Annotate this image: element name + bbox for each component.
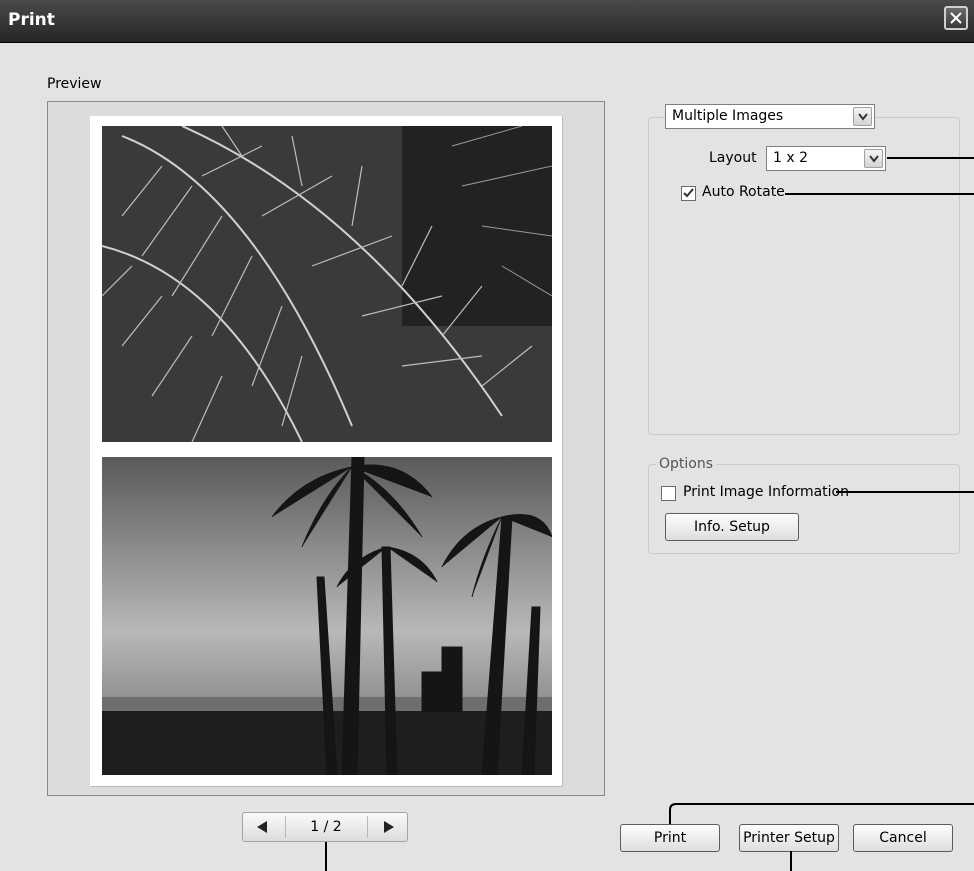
- print-button[interactable]: Print: [620, 824, 720, 852]
- pager-divider: [285, 816, 286, 838]
- callout-line-print-info: [836, 491, 974, 493]
- options-legend: Options: [656, 456, 717, 472]
- palm-fronds-image: [102, 126, 552, 442]
- callout-line-auto-rotate: [785, 193, 974, 195]
- print-mode-select[interactable]: Multiple Images: [665, 104, 875, 129]
- layout-label: Layout: [709, 150, 757, 166]
- close-icon: [950, 12, 962, 24]
- callout-line-print: [669, 803, 974, 824]
- auto-rotate-checkbox[interactable]: [681, 186, 696, 201]
- preview-label: Preview: [47, 76, 102, 92]
- info-setup-button[interactable]: Info. Setup: [665, 513, 799, 541]
- printer-setup-button[interactable]: Printer Setup: [739, 824, 839, 852]
- callout-line-layout: [887, 157, 974, 159]
- window-title: Print: [8, 10, 55, 30]
- next-page-button[interactable]: [368, 813, 408, 841]
- preview-area: [47, 101, 605, 796]
- print-mode-value: Multiple Images: [672, 108, 784, 124]
- page-navigator: 1 / 2: [242, 812, 408, 842]
- preview-page: [90, 116, 562, 786]
- callout-line-printer-setup: [790, 851, 792, 871]
- print-dialog: Print Preview Multiple Images Layout 1 x…: [0, 0, 974, 871]
- title-bar: Print: [0, 0, 974, 43]
- callout-line-pager: [325, 842, 327, 871]
- close-button[interactable]: [944, 6, 968, 30]
- chevron-down-icon[interactable]: [853, 107, 872, 126]
- print-image-info-checkbox[interactable]: [661, 486, 676, 501]
- triangle-right-icon: [384, 821, 394, 833]
- layout-value: 1 x 2: [773, 150, 808, 166]
- chevron-down-icon[interactable]: [864, 149, 883, 168]
- triangle-left-icon: [257, 821, 267, 833]
- print-image-info-label: Print Image Information: [683, 484, 849, 500]
- checkmark-icon: [683, 188, 694, 198]
- previous-page-button[interactable]: [243, 813, 283, 841]
- page-indicator: 1 / 2: [310, 819, 342, 835]
- layout-select[interactable]: 1 x 2: [766, 146, 886, 171]
- auto-rotate-label: Auto Rotate: [702, 184, 785, 200]
- beach-sunset-image: [102, 457, 552, 775]
- cancel-button[interactable]: Cancel: [853, 824, 953, 852]
